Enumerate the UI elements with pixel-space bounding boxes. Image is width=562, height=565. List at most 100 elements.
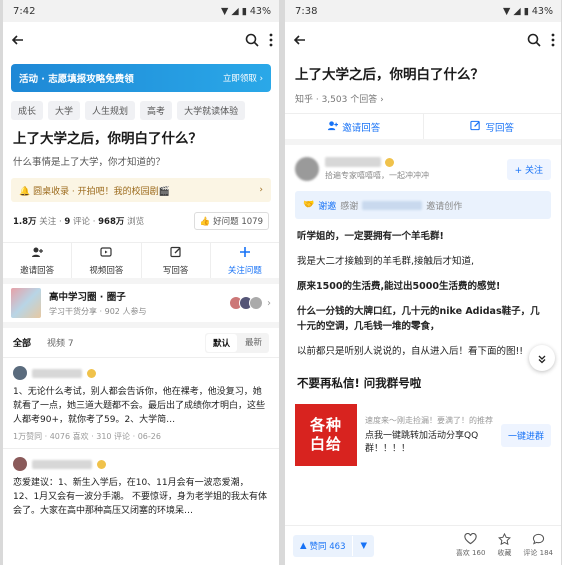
wifi-icon: ▼ [221,5,229,17]
like-button[interactable]: 喜欢 160 [456,532,485,558]
circle-thumbnail [11,288,41,318]
edit-icon [470,120,481,134]
question-description: 什么事情是上了大学，你才知道的？ [13,157,166,168]
circle-info: 高中学习圈 · 圈子 学习干货分享 · 902 人参与 [49,289,233,317]
answer-item[interactable]: 1、无论什么考试，别人都会告诉你，他在裸考，他没复习，她就看了一点，她三道大题都… [3,358,279,449]
roundtable-text: 🔔 圆桌收录 · 开拍吧！我的校园剧🎬 [19,186,170,197]
person-add-icon [31,246,44,261]
tab-video[interactable]: 视频 7 [47,336,74,349]
write-answer-button[interactable]: 写回答 [142,243,211,278]
promo-text: 速度来～刚走捡漏！要满了！的推荐 点我一键跳转加活动分享QQ群！！！！ [365,415,493,456]
author-row: 拾遍专家嘻嘻嘻，一起冲冲冲 + 关注 [285,145,561,181]
more-icon[interactable] [551,33,555,47]
avatar [249,296,263,310]
promo-top: 速度来～刚走捡漏！要满了！的推荐 [365,415,493,425]
question-meta[interactable]: 知乎 · 3,503 个回答 › [285,84,561,105]
battery-percent: 43% [249,5,271,17]
search-icon[interactable] [527,33,541,47]
back-arrow-icon[interactable] [293,33,307,47]
circle-sub: 学习干货分享 · 902 人参与 [49,307,147,316]
answer-excerpt: 恋爱建议：1、新生入学后，在10、11月会有一波恋爱潮，12、1月又会有一波分手… [13,478,268,516]
banner-action[interactable]: 立即领取 › [223,72,263,84]
answer-paragraph: 什么一分钱的大牌口红，几十元的nike Adidas鞋子，几十元的空调，几毛钱一… [297,306,540,332]
sort-default[interactable]: 默认 [205,333,237,352]
question-title[interactable]: 上了大学之后，你明白了什么？ [285,58,561,84]
sort-toggle: 默认 最新 [204,332,269,353]
status-bar: 7:42 ▼ ◢ ▮ 43% [3,0,279,22]
answer-paragraph: 我是大二才接触到的羊毛群,接触后才知道, [297,256,475,267]
join-group-button[interactable]: 一键进群 [500,423,551,447]
follow-button[interactable]: + 关注 [506,158,551,180]
back-arrow-icon[interactable] [11,33,25,47]
follow-question-button[interactable]: 关注问题 [211,243,279,278]
avatar[interactable] [295,157,319,181]
answer-body: 听学姐的，一定要拥有一个羊毛群! 我是大二才接触到的羊毛群,接触后才知道, 原来… [285,229,561,359]
search-icon[interactable] [245,33,259,47]
downvote-button[interactable]: ▼ [352,535,374,556]
question-actions: 邀请回答 视频回答 写回答 关注问题 [3,242,279,284]
person-add-icon [327,120,339,134]
clock: 7:42 [13,5,36,17]
badge-icon [97,459,106,469]
right-phone-screen: 7:38 ▼ ◢ ▮ 43% 上了大学之后，你明白了什么？ 知乎 · 3,503… [285,0,561,565]
activity-banner[interactable]: 活动 · 志愿填报攻略免费领 立即领取 › [11,64,271,92]
stats-text: 1.8万 关注 · 9 评论 · 968万 浏览 [13,217,145,227]
avatar [13,457,27,471]
left-phone-screen: 7:42 ▼ ◢ ▮ 43% 活动 · 志愿填报攻略免费领 立即领取 › 成长 … [3,0,279,565]
answer-paragraph: 原来1500的生活费,能过出5000生活费的感觉! [297,281,501,292]
promo-body: 点我一键跳转加活动分享QQ群！！！！ [365,430,479,454]
signal-icon: ◢ [231,5,239,17]
upvote-button[interactable]: ▲ 赞同 463 [293,535,352,557]
topic-tag[interactable]: 大学 [48,101,81,120]
question-actions: 邀请回答 写回答 [285,113,561,145]
video-icon [100,246,112,261]
heart-icon [464,532,477,547]
badge-icon [87,368,96,378]
tab-all[interactable]: 全部 [13,336,31,349]
write-answer-button[interactable]: 写回答 [424,114,562,139]
top-bar [3,22,279,58]
battery-percent: 43% [531,5,553,17]
wifi-icon: ▼ [503,5,511,17]
battery-icon: ▮ [241,5,247,17]
signal-icon: ◢ [513,5,521,17]
good-question-button[interactable]: 👍 好问题 1079 [193,212,269,230]
topic-tag[interactable]: 大学就读体验 [177,101,246,120]
roundtable-banner[interactable]: 🔔 圆桌收录 · 开拍吧！我的校园剧🎬 › [11,178,271,202]
circle-card[interactable]: 高中学习圈 · 圈子 学习干货分享 · 902 人参与 › [3,284,279,328]
topic-tag[interactable]: 人生规划 [85,101,136,120]
thumbs-up-icon: 👍 [199,217,211,227]
author-bio: 拾遍专家嘻嘻嘻，一起冲冲冲 [325,171,429,180]
blurred-username [32,459,92,469]
favorite-button[interactable]: 收藏 [497,532,511,558]
question-title: 上了大学之后，你明白了什么？ [13,131,202,147]
double-chevron-down-icon [537,349,547,368]
sort-latest[interactable]: 最新 [238,333,269,353]
invite-answer-button[interactable]: 邀请回答 [3,243,73,278]
circle-name: 高中学习圈 · 圈子 [49,292,126,303]
status-bar: 7:38 ▼ ◢ ▮ 43% [285,0,561,22]
chevron-right-icon: › [267,297,271,309]
topic-tag[interactable]: 高考 [140,101,173,120]
answer-meta: 1万赞同 · 4076 喜欢 · 310 评论 · 06-26 [13,432,161,441]
section-title: 不要再私信! 问我群号啦 [297,376,422,390]
avatar [13,366,27,380]
promo-image: 各种 白给 [295,404,357,466]
topic-tag[interactable]: 成长 [11,101,44,120]
invite-answer-button[interactable]: 邀请回答 [285,114,424,139]
member-avatars: › [229,296,271,310]
scroll-down-button[interactable] [529,345,555,371]
blurred-username[interactable] [325,157,381,167]
promo-card[interactable]: 各种 白给 速度来～刚走捡漏！要满了！的推荐 点我一键跳转加活动分享QQ群！！！… [295,403,551,467]
badge-icon [385,157,394,167]
video-answer-button[interactable]: 视频回答 [72,243,142,278]
chevron-right-icon: › [259,185,263,195]
blurred-username [362,200,423,210]
edit-icon [170,246,182,261]
topic-tags: 成长 大学 人生规划 高考 大学就读体验 [3,92,279,120]
more-icon[interactable] [269,33,273,47]
comment-button[interactable]: 评论 184 [523,533,553,558]
answer-item[interactable]: 恋爱建议：1、新生入学后，在10、11月会有一波恋爱潮，12、1月又会有一波分手… [3,449,279,524]
plus-icon [239,246,251,261]
bottom-action-bar: ▲ 赞同 463 ▼ 喜欢 160 收藏 评论 184 [285,525,561,565]
